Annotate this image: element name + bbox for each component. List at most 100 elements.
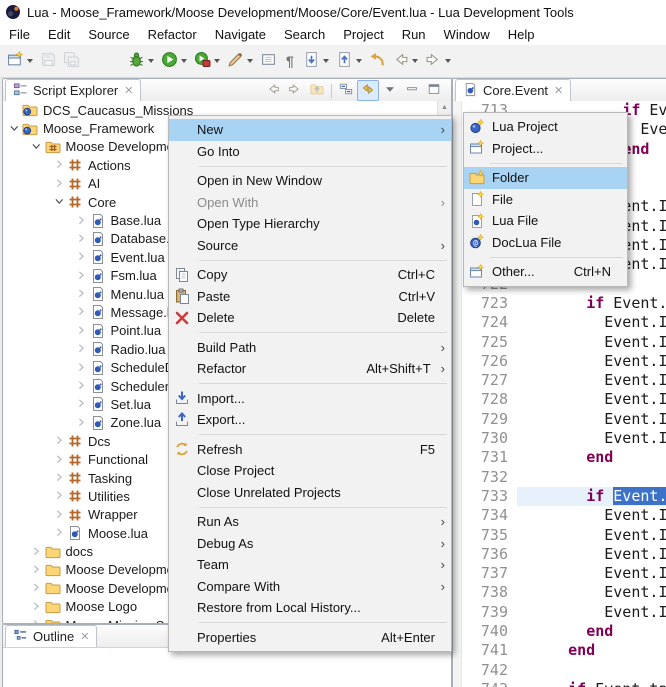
close-icon[interactable]: ✕ [124,84,133,97]
menu-item-project-[interactable]: Project... [464,138,627,160]
up-button[interactable] [306,80,328,101]
menubar-item-window[interactable]: Window [435,25,499,44]
dropdown-caret-icon[interactable] [323,59,329,63]
menu-item-folder[interactable]: Folder [464,167,627,189]
chevron-right-icon[interactable] [75,362,90,374]
menu-item-other-[interactable]: Other...Ctrl+N [464,261,627,283]
close-icon[interactable]: ✕ [554,84,563,97]
menu-item-file[interactable]: File [464,189,627,211]
menubar-item-edit[interactable]: Edit [39,25,79,44]
menu-item-run-as[interactable]: Run As› [169,511,451,533]
menubar-item-search[interactable]: Search [275,25,334,44]
code-line[interactable]: 730 Event.IniTypeName = Event.IniDCSUnit… [453,429,666,448]
chevron-right-icon[interactable] [52,527,67,539]
show-whitespace-button[interactable]: ¶ [280,48,300,74]
menu-item-close-project[interactable]: Close Project [169,460,451,482]
code-line[interactable]: 733 if Event.IniObjectCategory == Object… [453,487,666,506]
code-line[interactable]: 723 if Event.IniDCSUnit then [453,294,666,313]
menubar-item-run[interactable]: Run [393,25,435,44]
chevron-down-icon[interactable] [52,196,67,208]
run-button[interactable] [158,48,191,74]
menu-item-go-into[interactable]: Go Into [169,141,451,163]
link-editor-button[interactable] [357,80,379,101]
menu-item-build-path[interactable]: Build Path› [169,337,451,359]
dropdown-caret-icon[interactable] [148,59,154,63]
chevron-right-icon[interactable] [52,472,67,484]
chevron-right-icon[interactable] [52,509,67,521]
chevron-right-icon[interactable] [75,417,90,429]
code-line[interactable]: 727 Event.IniUnitName = Event.IniDCSUnit… [453,371,666,390]
code-line[interactable]: 725 Event.IniDCSGroupName = Event.IniDCS… [453,333,666,352]
menu-item-open-type-hierarchy[interactable]: Open Type Hierarchy [169,213,451,235]
code-line[interactable]: 739 Event.IniTypeName = Event.IniDCSUnit… [453,603,666,622]
external-tools-button[interactable] [191,48,224,74]
dropdown-caret-icon[interactable] [214,59,220,63]
chevron-down-icon[interactable] [7,123,22,135]
scroll-up-icon[interactable]: ▲ [438,101,451,114]
menubar-item-project[interactable]: Project [334,25,392,44]
dropdown-caret-icon[interactable] [356,59,362,63]
menu-item-delete[interactable]: DeleteDelete [169,307,451,329]
chevron-right-icon[interactable] [30,601,45,613]
collapse-all-button[interactable] [335,80,357,101]
prev-annotation-button[interactable] [333,48,366,74]
code-line[interactable]: 736 Event.IniUnitName = Event.IniDCSUnit… [453,545,666,564]
chevron-right-icon[interactable] [75,288,90,300]
chevron-right-icon[interactable] [75,343,90,355]
code-line[interactable]: 728 Event.IniUnit = UNIT:FindByName( Eve… [453,390,666,409]
menu-item-close-unrelated-projects[interactable]: Close Unrelated Projects [169,482,451,504]
tab-outline[interactable]: Outline ✕ [5,625,97,647]
menu-item-source[interactable]: Source› [169,235,451,257]
code-line[interactable]: 740 end [453,622,666,641]
tab-core-event[interactable]: Core.Event ✕ [455,79,571,101]
code-line[interactable]: 734 Event.IniDCSUnit = Event.initiator [453,506,666,525]
dropdown-caret-icon[interactable] [27,59,33,63]
menu-item-properties[interactable]: PropertiesAlt+Enter [169,627,451,649]
forward-button[interactable] [422,48,455,74]
chevron-right-icon[interactable] [75,380,90,392]
debug-button[interactable] [125,48,158,74]
chevron-right-icon[interactable] [75,233,90,245]
menubar-item-navigate[interactable]: Navigate [206,25,275,44]
menu-item-export-[interactable]: Export... [169,409,451,431]
view-forward-button[interactable] [284,80,306,101]
chevron-right-icon[interactable] [30,619,45,623]
chevron-right-icon[interactable] [52,490,67,502]
chevron-right-icon[interactable] [30,564,45,576]
brush-button[interactable] [224,48,257,74]
code-line[interactable]: 731 end [453,448,666,467]
view-menu-button[interactable] [379,80,401,101]
menu-item-refactor[interactable]: RefactorAlt+Shift+T› [169,358,451,380]
code-line[interactable]: 743 if Event.target then [453,680,666,687]
menu-item-open-in-new-window[interactable]: Open in New Window [169,170,451,192]
menu-item-debug-as[interactable]: Debug As› [169,533,451,555]
back-button[interactable] [389,48,422,74]
menu-item-team[interactable]: Team› [169,554,451,576]
new-wizard-button[interactable] [4,48,37,74]
chevron-right-icon[interactable] [75,251,90,263]
view-back-button[interactable] [262,80,284,101]
next-annotation-button[interactable] [300,48,333,74]
menu-item-compare-with[interactable]: Compare With› [169,576,451,598]
menu-item-doclua-file[interactable]: @DocLua File [464,232,627,254]
close-icon[interactable]: ✕ [80,630,89,643]
chevron-right-icon[interactable] [75,398,90,410]
chevron-right-icon[interactable] [52,454,67,466]
menubar-item-source[interactable]: Source [79,25,138,44]
chevron-right-icon[interactable] [30,546,45,558]
code-line[interactable]: 724 Event.IniDCSGroup = Event.IniDCSUnit… [453,313,666,332]
menu-item-paste[interactable]: PasteCtrl+V [169,286,451,308]
menu-item-copy[interactable]: CopyCtrl+C [169,264,451,286]
code-line[interactable]: 729 Event.IniCategory = Event.IniDCSUnit… [453,410,666,429]
chevron-down-icon[interactable] [30,141,45,153]
chevron-right-icon[interactable] [52,435,67,447]
menu-item-import-[interactable]: Import... [169,388,451,410]
chevron-right-icon[interactable] [52,159,67,171]
code-line[interactable]: 741 end [453,641,666,660]
code-line[interactable]: 742 [453,661,666,680]
code-line[interactable]: 732 [453,468,666,487]
menu-item-refresh[interactable]: RefreshF5 [169,439,451,461]
menu-item-lua-file[interactable]: Lua File [464,210,627,232]
chevron-right-icon[interactable] [75,270,90,282]
minimize-button[interactable] [401,80,423,101]
